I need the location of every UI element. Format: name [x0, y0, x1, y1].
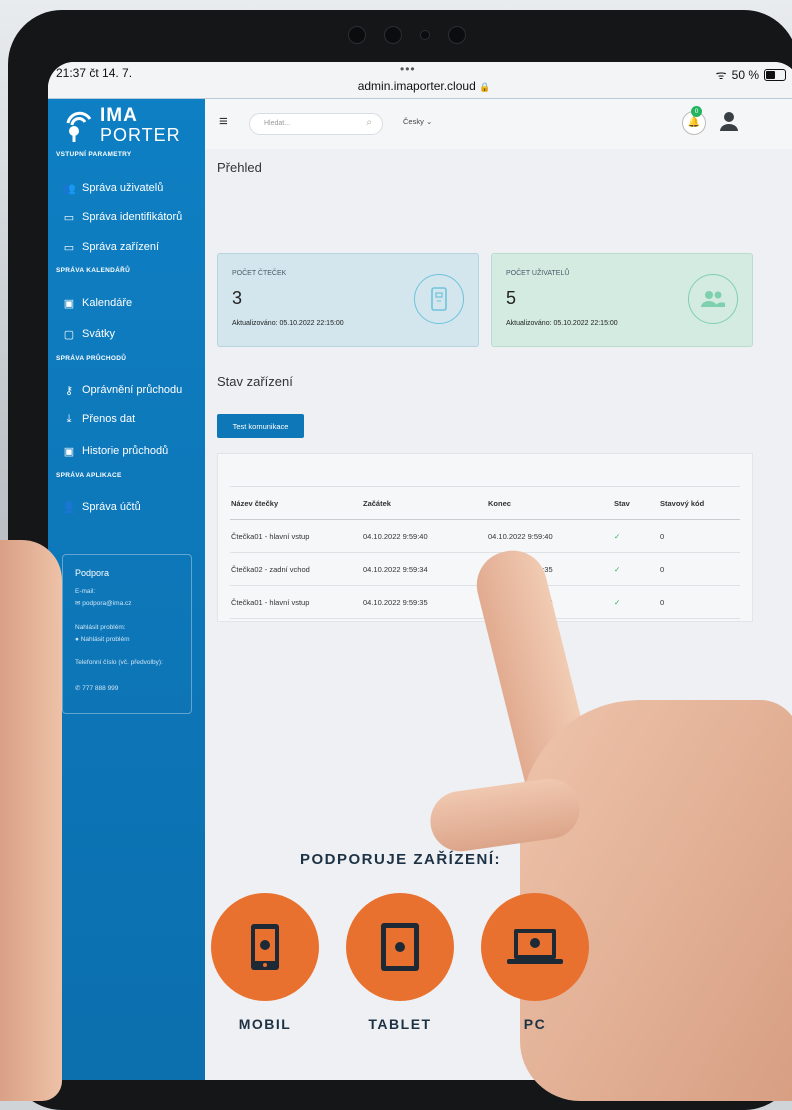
notification-badge: 0 [691, 106, 702, 117]
address-bar[interactable]: admin.imaporter.cloud 🔒 [48, 79, 792, 93]
table-row[interactable]: Čtečka01 - hlavní vstup 04.10.2022 9:59:… [230, 519, 740, 553]
reader-icon [414, 274, 464, 324]
sidebar-item-accounts[interactable]: 👤 Správa účtů [56, 496, 205, 518]
users-icon [688, 274, 738, 324]
clock: 21:37 čt 14. 7. [56, 66, 133, 80]
top-bar: ≡ Hledat... ⌕ Česky ⌄ 🔔 0 [205, 99, 792, 149]
page-title: Přehled [217, 160, 262, 175]
column-header[interactable]: Stavový kód [659, 486, 740, 520]
card-users: POČET UŽIVATELŮ 5 Aktualizováno: 05.10.2… [491, 253, 753, 347]
readers-count: 3 [232, 288, 243, 308]
users-icon: 👥 [62, 182, 76, 195]
sidebar-item-calendars[interactable]: ▣ Kalendáře [56, 292, 205, 314]
sidebar-item-holidays[interactable]: ▢ Svátky [56, 323, 205, 345]
card-readers: POČET ČTEČEK 3 Aktualizováno: 05.10.2022… [217, 253, 479, 347]
sidebar-item-identifiers[interactable]: ▭ Správa identifikátorů [56, 206, 205, 228]
notifications-button[interactable]: 🔔 0 [682, 106, 706, 135]
sidebar-item-data-transfer[interactable]: ⤓ Přenos dat [56, 408, 205, 430]
sidebar: IMA PORTER VSTUPNÍ PARAMETRY 👥 Správa uži… [48, 99, 205, 1080]
history-icon: ▣ [63, 445, 75, 458]
mobile-icon [251, 924, 279, 970]
section-title: SPRÁVA KALENDÁŘŮ [56, 267, 131, 274]
column-header[interactable]: Stav [613, 486, 659, 520]
status-bar: 21:37 čt 14. 7. ••• admin.imaporter.clou… [48, 62, 792, 99]
section-title: SPRÁVA PRŮCHODŮ [56, 355, 127, 362]
battery-icon [764, 68, 786, 81]
tablet-badge [346, 893, 454, 1001]
supported-devices-heading: PODPORUJE ZAŘÍZENÍ: [300, 851, 502, 868]
pc-badge [481, 893, 589, 1001]
search-icon[interactable]: ⌕ [366, 117, 372, 128]
logo-text-ima: IMA [100, 105, 138, 126]
device-label-pc: PC [523, 1016, 547, 1032]
test-communication-button[interactable]: Test komunikace [217, 414, 304, 438]
sidebar-item-devices[interactable]: ▭ Správa zařízení [56, 236, 205, 258]
download-icon: ⤓ [66, 412, 72, 425]
email-label: E-mail: [75, 588, 96, 595]
column-header[interactable]: Název čtečky [230, 486, 362, 520]
sidebar-item-history[interactable]: ▣ Historie průchodů [56, 440, 205, 462]
mobile-badge [211, 893, 319, 1001]
check-icon: ✓ [613, 519, 659, 553]
phone-link[interactable]: ✆ 777 888 999 [75, 684, 118, 692]
section-title: VSTUPNÍ PARAMETRY [56, 151, 132, 158]
support-title: Podpora [75, 568, 110, 578]
report-label: Nahlásit problém: [75, 624, 126, 631]
battery-percent: 50 % [731, 67, 759, 82]
users-count: 5 [506, 288, 517, 308]
chevron-down-icon: ⌄ [425, 117, 433, 126]
bell-icon: 🔔 [687, 117, 701, 128]
user-icon [720, 112, 738, 131]
key-logo-icon [62, 109, 96, 150]
left-hand [0, 540, 62, 1101]
user-menu-button[interactable] [716, 109, 742, 135]
device-label-tablet: TABLET [368, 1016, 432, 1032]
column-header[interactable]: Začátek [362, 486, 487, 520]
section-title: SPRÁVA APLIKACE [56, 472, 122, 479]
language-select[interactable]: Česky ⌄ [403, 117, 432, 126]
key-icon: ⚷ [64, 384, 74, 397]
lock-icon: 🔒 [479, 82, 491, 92]
logo-text-porter: PORTER [100, 125, 181, 145]
search-input[interactable]: Hledat... ⌕ [249, 113, 383, 135]
email-link[interactable]: ✉ podpora@ima.cz [75, 599, 132, 607]
hamburger-menu-icon[interactable]: ≡ [219, 113, 228, 130]
check-icon: ✓ [613, 552, 659, 586]
account-icon: 👤 [62, 501, 76, 514]
logo[interactable]: IMA PORTER [62, 103, 202, 149]
report-link[interactable]: ● Nahlásit problém [75, 636, 130, 643]
support-box: Podpora E-mail: ✉ podpora@ima.cz Nahlási… [62, 554, 192, 714]
browser-dots[interactable]: ••• [400, 62, 416, 76]
sidebar-item-permissions[interactable]: ⚷ Oprávnění průchodu [56, 379, 205, 401]
sidebar-item-users[interactable]: 👥 Správa uživatelů [56, 177, 205, 199]
phone-label: Telefonní číslo (vč. předvolby): [75, 659, 163, 666]
holiday-icon: ▢ [63, 328, 75, 341]
column-header[interactable]: Konec [487, 486, 613, 520]
laptop-icon [507, 929, 563, 964]
device-label-mobile: MOBIL [238, 1016, 292, 1032]
camera-bar [348, 24, 478, 46]
check-icon: ✓ [613, 585, 659, 619]
calendar-icon: ▣ [63, 297, 75, 310]
devices-icon: ▭ [63, 241, 75, 254]
card-icon: ▭ [63, 211, 75, 224]
tablet-icon [381, 923, 419, 971]
table-header-row: Název čtečky Začátek Konec Stav Stavový … [230, 486, 740, 520]
section-heading: Stav zařízení [217, 374, 293, 389]
wifi-icon: ᯤ [715, 68, 727, 82]
